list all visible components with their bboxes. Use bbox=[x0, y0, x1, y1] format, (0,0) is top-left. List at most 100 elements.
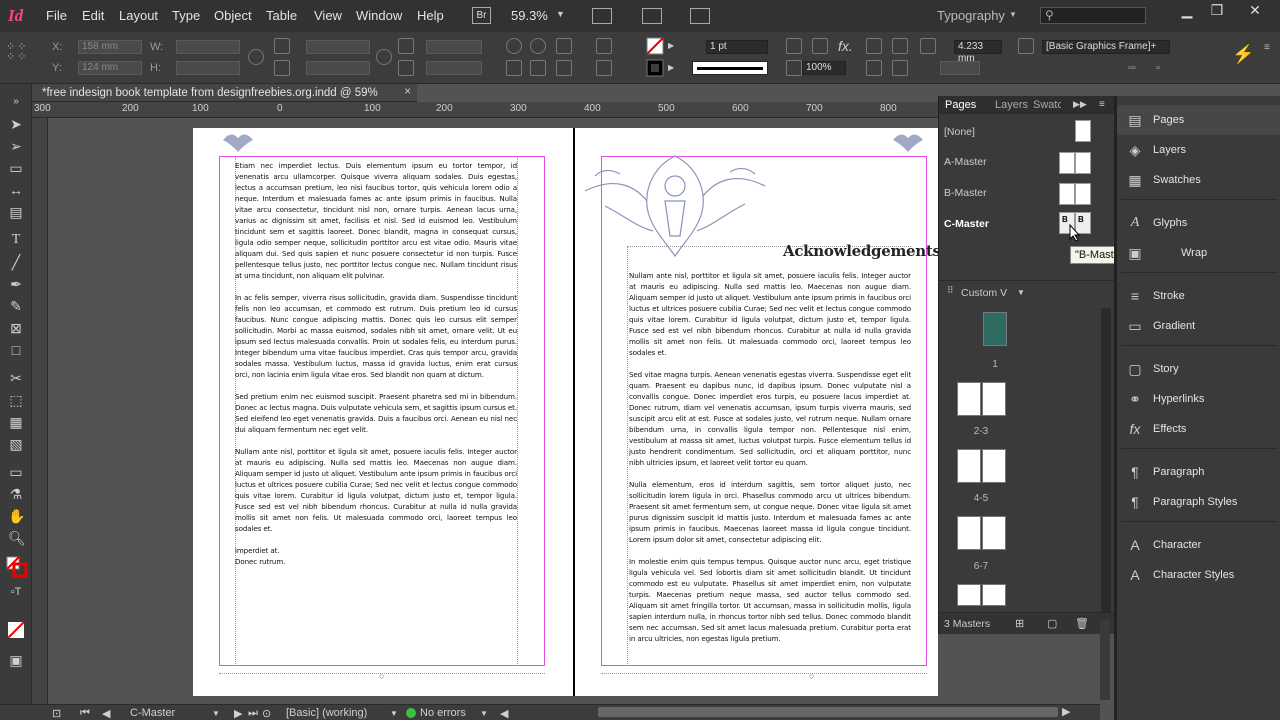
menu-object[interactable]: Object bbox=[214, 8, 252, 23]
frame-fitting-icon[interactable] bbox=[786, 38, 802, 54]
page-dropdown-icon[interactable]: ▼ bbox=[212, 709, 220, 718]
left-page[interactable]: Etiam nec imperdiet lectus. Duis element… bbox=[193, 128, 573, 696]
fill-dropdown-icon[interactable]: ▶ bbox=[668, 41, 674, 50]
y-field[interactable]: 124 mm bbox=[78, 61, 142, 75]
dock-item-paragraph[interactable]: ¶ Paragraph bbox=[1117, 457, 1280, 487]
scale-y-icon[interactable] bbox=[274, 60, 290, 76]
scissors-tool-icon[interactable]: ✂ bbox=[8, 370, 24, 386]
workspace-dropdown-icon[interactable]: ▼ bbox=[1009, 10, 1017, 19]
scroll-right-icon[interactable]: ▶ bbox=[1062, 705, 1070, 718]
page-thumbnail-5[interactable] bbox=[982, 449, 1006, 483]
content-collector-icon[interactable]: ▤ bbox=[8, 204, 24, 220]
constrain-proportions-icon[interactable] bbox=[248, 49, 264, 65]
rectangle-frame-tool-icon[interactable]: ⊠ bbox=[8, 320, 24, 336]
x-field[interactable]: 158 mm bbox=[78, 40, 142, 54]
rotate-cw-icon[interactable] bbox=[506, 38, 522, 54]
tab-pages[interactable]: Pages bbox=[945, 99, 976, 111]
open-page-icon[interactable]: ⊙ bbox=[262, 707, 271, 720]
pencil-tool-icon[interactable]: ✎ bbox=[8, 298, 24, 314]
rotate-ccw-icon[interactable] bbox=[530, 38, 546, 54]
menu-file[interactable]: File bbox=[46, 8, 67, 23]
rotate-field[interactable] bbox=[426, 40, 482, 54]
dock-item-character[interactable]: A Character bbox=[1117, 530, 1280, 560]
eyedropper-tool-icon[interactable]: ⚗ bbox=[8, 486, 24, 502]
dock-item-gradient[interactable]: ▭ Gradient bbox=[1117, 311, 1280, 341]
master-none[interactable]: [None] bbox=[939, 118, 1101, 148]
gap-tool-icon[interactable]: ↔ bbox=[8, 182, 24, 198]
rectangle-tool-icon[interactable]: □ bbox=[8, 342, 24, 358]
select-next-icon[interactable] bbox=[556, 60, 572, 76]
close-tab-icon[interactable]: × bbox=[404, 86, 411, 98]
fit-frame-icon[interactable] bbox=[892, 38, 908, 54]
menu-view[interactable]: View bbox=[314, 8, 342, 23]
pasteboard[interactable]: Etiam nec imperdiet lectus. Duis element… bbox=[48, 118, 938, 704]
menu-window[interactable]: Window bbox=[356, 8, 402, 23]
profile-dropdown-icon[interactable]: ▼ bbox=[390, 709, 398, 718]
h-field[interactable] bbox=[176, 61, 240, 75]
page-thumbnail-8[interactable] bbox=[957, 584, 981, 606]
horizontal-scrollbar-thumb[interactable] bbox=[598, 707, 1058, 717]
shear-field[interactable] bbox=[426, 61, 482, 75]
free-transform-tool-icon[interactable]: ⬚ bbox=[8, 392, 24, 408]
formatting-affects-container-icon[interactable]: ▫T bbox=[8, 584, 24, 600]
direct-selection-tool-icon[interactable]: ➢ bbox=[8, 138, 24, 154]
page-field[interactable]: C-Master bbox=[130, 707, 175, 719]
minimize-icon[interactable]: ▁ bbox=[1172, 2, 1202, 20]
select-content-icon[interactable] bbox=[530, 60, 546, 76]
scroll-left-icon[interactable]: ◀ bbox=[500, 707, 508, 720]
select-previous-icon[interactable] bbox=[596, 38, 612, 54]
zoom-tool-icon[interactable]: 🔍︎ bbox=[8, 530, 26, 546]
reference-point-icon[interactable]: ⁘⁘ ⁘⁘ bbox=[6, 42, 36, 72]
shear-icon[interactable] bbox=[398, 60, 414, 76]
zoom-level[interactable]: 59.3% bbox=[511, 8, 548, 23]
vertical-scrollbar-thumb[interactable] bbox=[1100, 620, 1110, 700]
pages-panel-scrollbar[interactable] bbox=[1101, 308, 1111, 614]
dock-item-swatches[interactable]: ▦ Swatches bbox=[1117, 165, 1280, 195]
preflight-profile[interactable]: [Basic] (working) bbox=[286, 707, 367, 719]
stroke-type-dropdown[interactable] bbox=[692, 61, 768, 75]
scale-x-field[interactable] bbox=[306, 40, 370, 54]
menu-help[interactable]: Help bbox=[417, 8, 444, 23]
toolbox-collapse-icon[interactable]: » bbox=[8, 94, 24, 110]
page-tool-icon[interactable]: ▭ bbox=[8, 160, 24, 176]
pen-tool-icon[interactable]: ✒ bbox=[8, 276, 24, 292]
previous-page-icon[interactable]: ◀ bbox=[102, 707, 110, 720]
dock-item-layers[interactable]: ◈ Layers bbox=[1117, 135, 1280, 165]
horizontal-ruler[interactable]: 300 200 100 0 100 200 300 400 500 600 70… bbox=[32, 102, 938, 118]
search-input[interactable]: ⚲ bbox=[1040, 7, 1146, 24]
view-toggle-icon[interactable]: ⠿ bbox=[947, 285, 954, 296]
auto-fit-icon[interactable] bbox=[920, 38, 936, 54]
next-page-icon[interactable]: ▶ bbox=[234, 707, 242, 720]
note-tool-icon[interactable]: ▭ bbox=[8, 464, 24, 480]
quick-apply-icon[interactable]: ⚡ bbox=[1232, 44, 1254, 65]
view-options-icon[interactable] bbox=[592, 8, 612, 24]
page-thumbnail-9[interactable] bbox=[982, 584, 1006, 606]
dock-item-hyperlinks[interactable]: ⚭ Hyperlinks bbox=[1117, 384, 1280, 414]
gradient-swatch-tool-icon[interactable]: ▦ bbox=[8, 414, 24, 430]
last-page-icon[interactable]: ⏭ bbox=[248, 707, 258, 720]
zoom-dropdown-icon[interactable]: ▼ bbox=[556, 9, 565, 19]
stroke-color-icon[interactable] bbox=[646, 59, 664, 77]
close-icon[interactable]: ✕ bbox=[1240, 2, 1270, 20]
tab-swatches[interactable]: Swatches bbox=[1033, 99, 1061, 111]
tab-layers[interactable]: Layers bbox=[995, 99, 1028, 111]
dock-item-text-wrap[interactable]: ▣ Wrap bbox=[1117, 238, 1280, 268]
apply-none-icon[interactable] bbox=[8, 622, 24, 638]
control-panel-menu-icon[interactable]: ≡ bbox=[1264, 42, 1270, 53]
stroke-dropdown-icon[interactable]: ▶ bbox=[668, 63, 674, 72]
fit-content-icon[interactable] bbox=[866, 38, 882, 54]
new-page-icon[interactable]: ▢ bbox=[1047, 617, 1057, 630]
center-content-icon[interactable] bbox=[866, 60, 882, 76]
right-page-text-frame[interactable]: Nullam ante nisl, porttitor et ligula si… bbox=[629, 270, 911, 650]
preflight-errors[interactable]: No errors bbox=[420, 707, 466, 719]
opacity-field[interactable]: 100% bbox=[802, 61, 846, 75]
master-b[interactable]: B-Master bbox=[939, 179, 1101, 209]
panel-collapse-icon[interactable]: ▶▶ bbox=[1073, 99, 1087, 110]
dock-item-character-styles[interactable]: A Character Styles bbox=[1117, 560, 1280, 590]
dock-item-story[interactable]: ▢ Story bbox=[1117, 354, 1280, 384]
view-dropdown-chevron-icon[interactable]: ▼ bbox=[1017, 288, 1025, 297]
vertical-ruler[interactable] bbox=[32, 118, 48, 704]
drop-shadow-icon[interactable] bbox=[812, 38, 828, 54]
fill-frame-icon[interactable] bbox=[892, 60, 908, 76]
first-page-icon[interactable]: ⏮ bbox=[80, 707, 90, 720]
